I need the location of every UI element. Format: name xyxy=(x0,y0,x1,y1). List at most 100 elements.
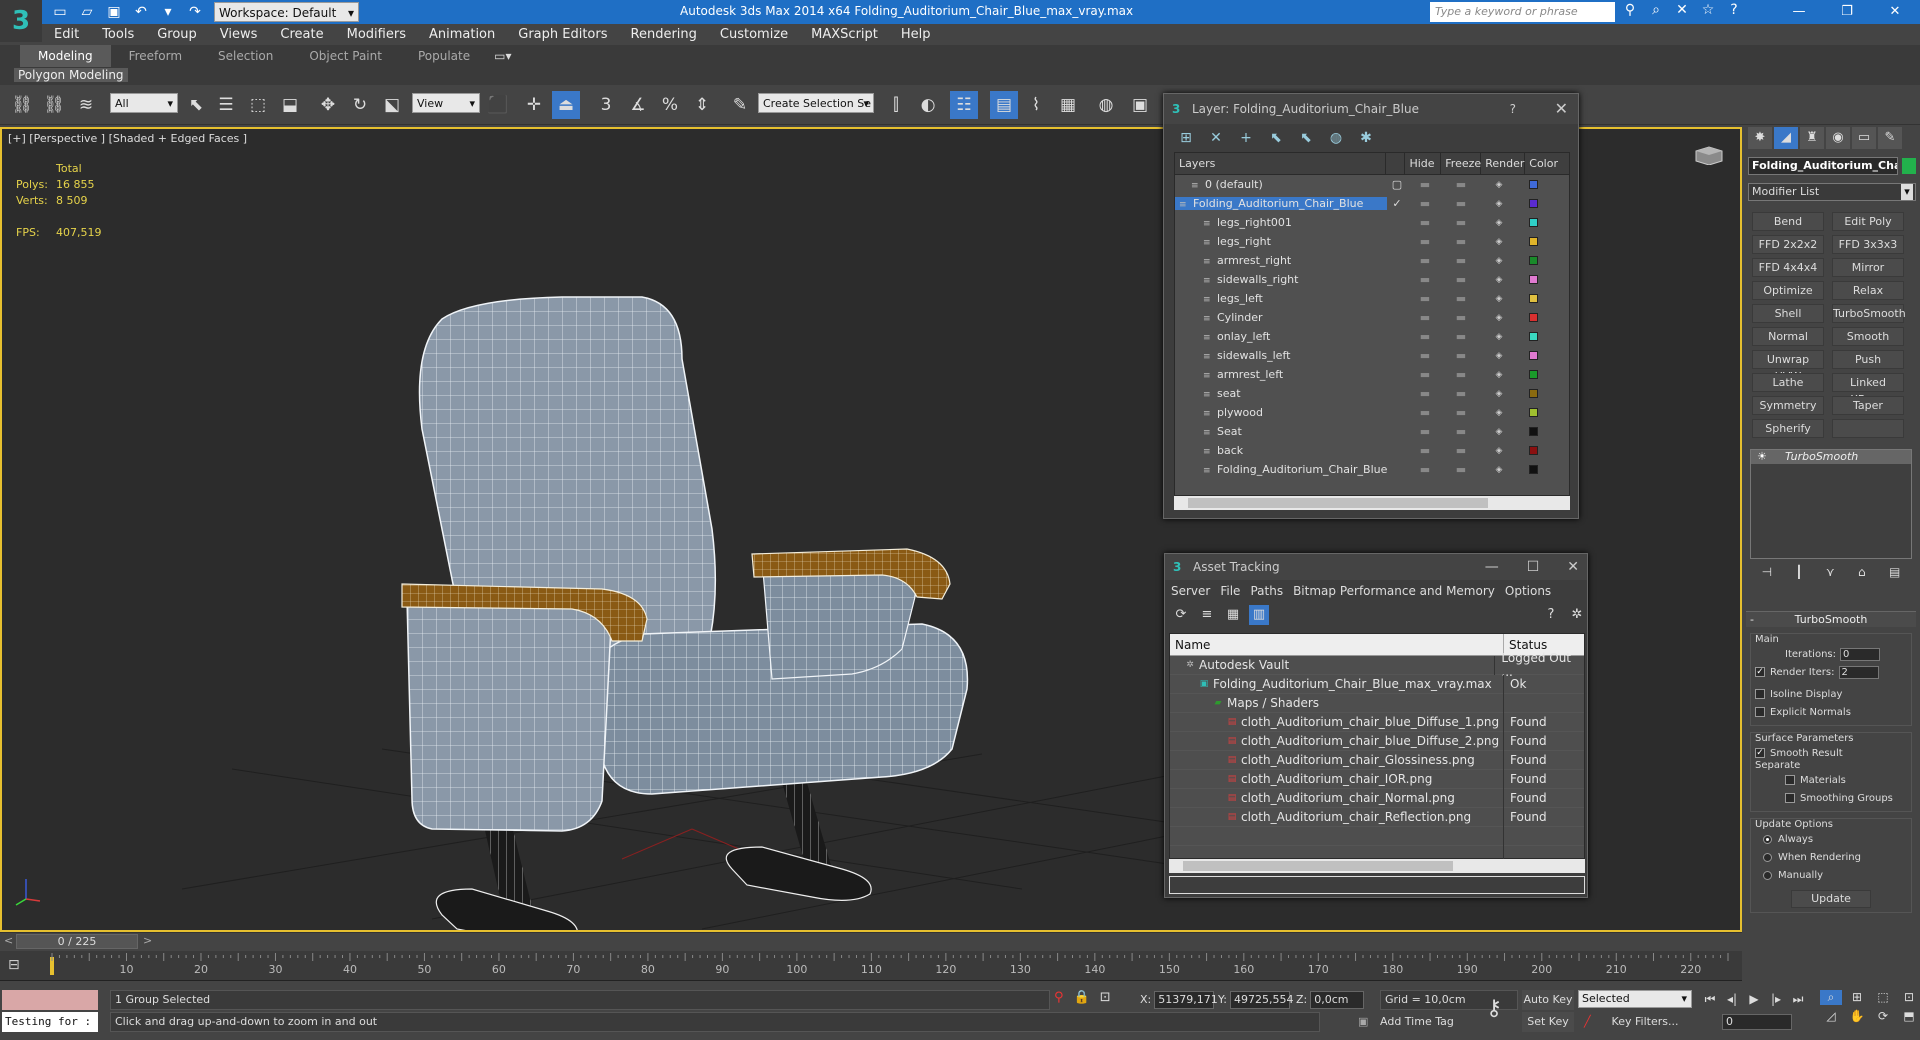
utilities-tab-icon[interactable]: ✎ xyxy=(1878,127,1902,149)
play-icon[interactable]: ▶ xyxy=(1744,992,1764,1007)
modifier-list-dropdown[interactable]: Modifier List xyxy=(1748,183,1916,201)
modifier-button[interactable]: Linked XForm xyxy=(1832,373,1904,406)
selection-lock-icon[interactable]: 🔒 xyxy=(1074,990,1090,1005)
minimize-icon[interactable]: — xyxy=(1485,554,1499,580)
snaps-toggle-icon[interactable]: 3 xyxy=(592,91,620,119)
render-toggle-icon[interactable]: ◈ xyxy=(1479,408,1519,418)
scale-icon[interactable]: ⬕ xyxy=(378,91,406,119)
menu-views[interactable]: Views xyxy=(220,24,258,45)
asset-row[interactable]: ▤ cloth_Auditorium_chair_blue_Diffuse_1.p… xyxy=(1170,712,1584,732)
layer-row[interactable]: ≡ Cylinder ▬ ▬ ◈ xyxy=(1175,308,1569,327)
modifier-button[interactable]: Smooth xyxy=(1832,327,1904,346)
hide-toggle[interactable]: ▬ xyxy=(1407,463,1443,476)
remove-modifier-icon[interactable]: ⌂ xyxy=(1858,565,1866,585)
asset-dialog-titlebar[interactable]: 3 Asset Tracking — ☐ ✕ xyxy=(1165,554,1587,580)
freeze-toggle[interactable]: ▬ xyxy=(1443,330,1479,343)
open-file-icon[interactable]: ▱ xyxy=(77,2,97,22)
pan-icon[interactable]: ✋ xyxy=(1846,1009,1868,1023)
render-toggle-icon[interactable]: ◈ xyxy=(1479,351,1519,361)
align-icon[interactable]: ◐ xyxy=(914,91,942,119)
hide-toggle[interactable]: ▬ xyxy=(1407,368,1443,381)
layer-color-swatch[interactable] xyxy=(1528,199,1538,208)
schematic-view-icon[interactable]: ▦ xyxy=(1054,91,1082,119)
selection-filter-dropdown[interactable]: All xyxy=(110,93,178,114)
tab-freeform[interactable]: Freeform xyxy=(111,45,200,67)
hide-toggle[interactable]: ▬ xyxy=(1407,273,1443,286)
edit-named-selection-icon[interactable]: ✎ xyxy=(726,91,754,119)
new-file-icon[interactable]: ▭ xyxy=(50,2,70,22)
layer-color-swatch[interactable] xyxy=(1528,370,1538,379)
freeze-toggle[interactable]: ▬ xyxy=(1443,425,1479,438)
layer-color-swatch[interactable] xyxy=(1528,351,1538,360)
asset-row[interactable]: ▤ cloth_Auditorium_chair_blue_Diffuse_2.p… xyxy=(1170,731,1584,751)
modifier-button[interactable]: TurboSmooth xyxy=(1832,304,1906,323)
render-toggle-icon[interactable]: ◈ xyxy=(1479,389,1519,399)
freeze-toggle[interactable]: ▬ xyxy=(1443,254,1479,267)
help-icon[interactable]: ? xyxy=(1541,605,1561,625)
settings-icon[interactable]: ✲ xyxy=(1567,605,1587,625)
hide-toggle[interactable]: ▬ xyxy=(1407,235,1443,248)
modifier-button[interactable]: Spherify xyxy=(1752,419,1824,438)
help-icon[interactable]: ? xyxy=(1724,2,1744,18)
menu-options[interactable]: Options xyxy=(1505,580,1551,602)
layer-color-swatch[interactable] xyxy=(1528,446,1538,455)
menu-rendering[interactable]: Rendering xyxy=(631,24,697,45)
layer-row[interactable]: ≡ seat ▬ ▬ ◈ xyxy=(1175,384,1569,403)
show-end-result-icon[interactable]: ┃ xyxy=(1795,565,1802,585)
layer-row[interactable]: ≡ legs_left ▬ ▬ ◈ xyxy=(1175,289,1569,308)
next-frame-icon[interactable]: |▸ xyxy=(1766,992,1786,1007)
named-selection-dropdown[interactable]: Create Selection Se xyxy=(758,93,874,114)
column-color[interactable]: Color xyxy=(1525,153,1569,174)
freeze-all-icon[interactable]: ✱ xyxy=(1356,130,1376,146)
modifier-button[interactable]: FFD 3x3x3 xyxy=(1832,235,1904,254)
hide-toggle[interactable]: ▬ xyxy=(1407,387,1443,400)
asset-row[interactable]: ▰ Maps / Shaders xyxy=(1170,693,1584,713)
modifier-button[interactable]: Relax xyxy=(1832,281,1904,300)
column-render[interactable]: Render xyxy=(1481,153,1526,174)
smoothing-groups-checkbox[interactable] xyxy=(1785,793,1795,803)
layer-color-swatch[interactable] xyxy=(1528,332,1538,341)
layer-color-swatch[interactable] xyxy=(1528,218,1538,227)
menu-help[interactable]: Help xyxy=(901,24,931,45)
render-toggle-icon[interactable]: ◈ xyxy=(1479,332,1519,342)
rectangular-region-icon[interactable]: ⬚ xyxy=(244,91,272,119)
freeze-toggle[interactable]: ▬ xyxy=(1443,178,1479,191)
dropdown-icon[interactable]: ▾ xyxy=(158,2,178,22)
freeze-toggle[interactable]: ▬ xyxy=(1443,273,1479,286)
layer-manager-icon[interactable]: ☷ xyxy=(950,91,978,119)
close-icon[interactable]: ✕ xyxy=(1555,94,1568,124)
modifier-button[interactable]: Edit Poly xyxy=(1832,212,1904,231)
render-toggle-icon[interactable]: ◈ xyxy=(1479,275,1519,285)
tab-populate[interactable]: Populate xyxy=(400,45,488,67)
current-layer-indicator[interactable]: ▢ xyxy=(1387,178,1407,191)
object-color-swatch[interactable] xyxy=(1902,158,1916,174)
layer-color-swatch[interactable] xyxy=(1528,256,1538,265)
thumbnail-view-icon[interactable]: ▦ xyxy=(1223,605,1243,625)
layer-color-swatch[interactable] xyxy=(1528,180,1538,189)
tab-object-paint[interactable]: Object Paint xyxy=(291,45,400,67)
binoculars-icon[interactable]: ⚲ xyxy=(1620,2,1640,18)
hide-toggle[interactable]: ▬ xyxy=(1407,349,1443,362)
layer-row[interactable]: ≡ 0 (default) ▢ ▬ ▬ ◈ xyxy=(1175,175,1569,194)
field-of-view-icon[interactable]: ◿ xyxy=(1820,1009,1842,1023)
update-button[interactable]: Update xyxy=(1791,890,1871,908)
close-icon[interactable]: ✕ xyxy=(1567,554,1579,580)
modifier-stack-item[interactable]: ☀ TurboSmooth xyxy=(1751,450,1911,464)
menu-animation[interactable]: Animation xyxy=(429,24,495,45)
pivot-center-icon[interactable]: ⬛ xyxy=(484,91,512,119)
freeze-toggle[interactable]: ▬ xyxy=(1443,406,1479,419)
hide-toggle[interactable]: ▬ xyxy=(1407,425,1443,438)
mirror-icon[interactable]: ⫿ xyxy=(882,91,910,119)
maximize-viewport-icon[interactable]: ⬒ xyxy=(1898,1009,1920,1023)
modifier-button[interactable]: Symmetry xyxy=(1752,396,1824,415)
hide-toggle[interactable]: ▬ xyxy=(1407,444,1443,457)
add-to-layer-icon[interactable]: + xyxy=(1236,130,1256,146)
iterations-spinner[interactable]: 0 xyxy=(1840,647,1880,661)
menu-create[interactable]: Create xyxy=(280,24,323,45)
close-icon[interactable]: ✕ xyxy=(1871,0,1919,24)
hide-toggle[interactable]: ▬ xyxy=(1407,197,1443,210)
layer-color-swatch[interactable] xyxy=(1528,408,1538,417)
modifier-button[interactable]: Push xyxy=(1832,350,1904,369)
modifier-button[interactable]: FFD 2x2x2 xyxy=(1752,235,1824,254)
render-toggle-icon[interactable]: ◈ xyxy=(1479,294,1519,304)
